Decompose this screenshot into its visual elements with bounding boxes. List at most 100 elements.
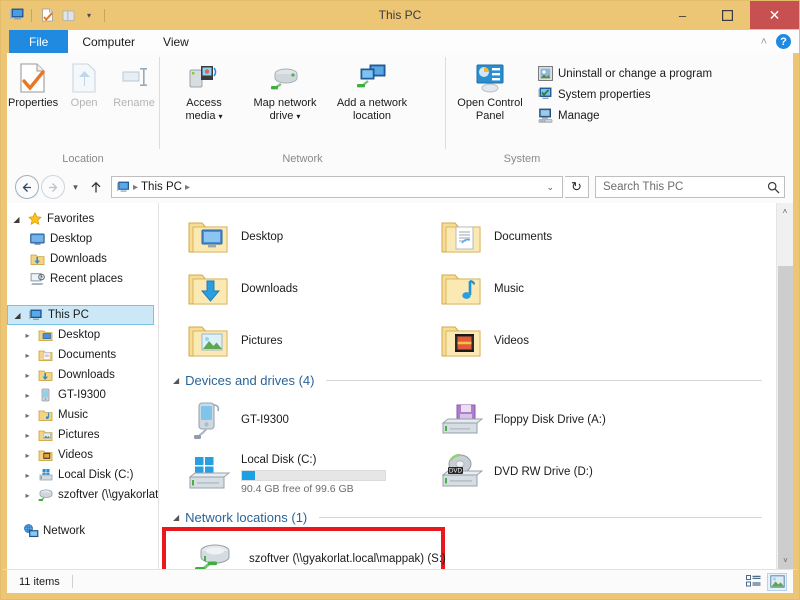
sidebar-label: Downloads bbox=[50, 253, 107, 265]
sidebar-item-favorites[interactable]: ◢ Favorites bbox=[7, 209, 158, 229]
rename-button[interactable]: Rename bbox=[109, 59, 159, 110]
chevron-right-icon[interactable]: ▸ bbox=[22, 371, 33, 380]
item-label: DVD RW Drive (D:) bbox=[494, 466, 593, 478]
sidebar-item-downloads-fav[interactable]: Downloads bbox=[7, 249, 158, 269]
list-item[interactable]: DVD DVD RW Drive (D:) bbox=[430, 446, 683, 498]
ribbon-group-network-label: Network bbox=[282, 153, 323, 165]
file-list-view[interactable]: Desktop Documents Downloads Music Pictur… bbox=[159, 203, 793, 569]
add-network-location-button[interactable]: Add a network location bbox=[328, 59, 416, 123]
breadcrumb-item-this-pc[interactable]: This PC bbox=[141, 181, 182, 193]
sidebar-item-videos[interactable]: ▸ Videos bbox=[7, 445, 158, 465]
chevron-right-icon[interactable]: ▸ bbox=[22, 471, 33, 480]
sidebar-item-gt-i9300[interactable]: ▸ GT-I9300 bbox=[7, 385, 158, 405]
close-button[interactable]: ✕ bbox=[750, 1, 799, 29]
collapse-triangle-icon[interactable]: ◢ bbox=[173, 376, 179, 385]
chevron-down-icon[interactable]: ◢ bbox=[12, 311, 23, 320]
access-media-label: Access media ▾ bbox=[185, 97, 223, 122]
ribbon-tab-strip: File Computer View ˄ ? bbox=[1, 29, 799, 53]
tab-view[interactable]: View bbox=[149, 30, 203, 53]
tab-file[interactable]: File bbox=[9, 30, 69, 53]
vertical-scrollbar[interactable]: ˄ ˅ bbox=[776, 203, 793, 569]
star-icon bbox=[26, 211, 43, 227]
sidebar-item-local-disk-c[interactable]: ▸ Local Disk (C:) bbox=[7, 465, 158, 485]
scrollbar-thumb[interactable] bbox=[778, 266, 793, 569]
search-box[interactable]: Search This PC bbox=[595, 176, 785, 198]
open-button[interactable]: Open bbox=[59, 59, 109, 110]
minimize-button[interactable]: – bbox=[660, 1, 705, 29]
list-item[interactable]: Downloads bbox=[177, 263, 430, 315]
recent-places-icon bbox=[29, 271, 46, 287]
list-item[interactable]: Videos bbox=[430, 315, 683, 367]
map-drive-caret: ▾ bbox=[296, 112, 301, 121]
sidebar-item-this-pc[interactable]: ◢ This PC bbox=[7, 305, 154, 325]
list-item[interactable]: szoftver (\\gyakorlat.local\mappak) (S:) bbox=[177, 533, 455, 569]
sidebar-item-szoftver-network-drive[interactable]: ▸ szoftver (\\gyakorlat bbox=[7, 485, 158, 505]
list-item[interactable]: Music bbox=[430, 263, 683, 315]
forward-button[interactable] bbox=[41, 175, 65, 199]
recent-locations-button[interactable]: ▾ bbox=[67, 175, 84, 199]
customize-dropdown-icon[interactable]: ▾ bbox=[80, 6, 98, 24]
breadcrumb[interactable]: ▸ This PC ▸ ⌄ bbox=[111, 176, 563, 198]
properties-icon[interactable] bbox=[38, 6, 56, 24]
details-view-button[interactable] bbox=[743, 573, 763, 591]
item-count-label: 11 items bbox=[19, 575, 60, 588]
section-header-network-locations[interactable]: ◢ Network locations (1) bbox=[159, 502, 776, 527]
navigation-pane[interactable]: ◢ Favorites Desktop Downloads Recent pla… bbox=[7, 203, 159, 569]
list-item[interactable]: Floppy Disk Drive (A:) bbox=[430, 394, 683, 446]
list-item[interactable]: GT-I9300 bbox=[177, 394, 430, 446]
map-network-drive-button[interactable]: Map network drive ▾ bbox=[242, 59, 328, 123]
section-rule bbox=[319, 517, 762, 518]
back-button[interactable] bbox=[15, 175, 39, 199]
sidebar-item-desktop-fav[interactable]: Desktop bbox=[7, 229, 158, 249]
sidebar-item-pictures[interactable]: ▸ Pictures bbox=[7, 425, 158, 445]
list-item[interactable]: Local Disk (C:) 90.4 GB free of 99.6 GB bbox=[177, 446, 430, 502]
folder-documents-icon bbox=[37, 347, 54, 363]
disk-usage-bar bbox=[241, 470, 386, 481]
list-item[interactable]: Pictures bbox=[177, 315, 430, 367]
chevron-right-icon[interactable]: ▸ bbox=[22, 391, 33, 400]
maximize-button[interactable] bbox=[705, 1, 750, 29]
help-icon[interactable]: ? bbox=[776, 34, 791, 49]
sidebar-item-downloads[interactable]: ▸ Downloads bbox=[7, 365, 158, 385]
sidebar-item-desktop[interactable]: ▸ Desktop bbox=[7, 325, 158, 345]
uninstall-program-button[interactable]: Uninstall or change a program bbox=[534, 64, 716, 83]
chevron-right-icon[interactable]: ▸ bbox=[22, 491, 33, 500]
scroll-up-button[interactable]: ˄ bbox=[777, 203, 793, 220]
sidebar-item-recent-places[interactable]: Recent places bbox=[7, 269, 158, 289]
sidebar-label: Videos bbox=[58, 449, 93, 461]
section-header-devices-and-drives[interactable]: ◢ Devices and drives (4) bbox=[159, 367, 776, 390]
chevron-right-icon[interactable]: ▸ bbox=[22, 431, 33, 440]
sidebar-item-network[interactable]: Network bbox=[7, 521, 158, 541]
system-small-buttons: Uninstall or change a program System pro… bbox=[526, 59, 716, 125]
chevron-right-icon[interactable]: ▸ bbox=[22, 351, 33, 360]
chevron-right-icon[interactable]: ▸ bbox=[22, 411, 33, 420]
collapse-ribbon-icon[interactable]: ˄ bbox=[761, 36, 767, 48]
access-media-button[interactable]: Access media ▾ bbox=[166, 59, 242, 123]
add-network-location-label: Add a network location bbox=[336, 97, 408, 122]
properties-button[interactable]: Properties bbox=[7, 59, 59, 110]
open-control-panel-button[interactable]: Open Control Panel bbox=[454, 59, 526, 123]
window-buttons: – ✕ bbox=[660, 1, 799, 29]
large-icons-view-button[interactable] bbox=[767, 572, 787, 591]
sidebar-item-documents[interactable]: ▸ Documents bbox=[7, 345, 158, 365]
sidebar-label: Desktop bbox=[50, 233, 93, 245]
folder-pictures-icon bbox=[185, 318, 231, 364]
collapse-triangle-icon[interactable]: ◢ bbox=[173, 513, 179, 522]
list-item[interactable]: Desktop bbox=[177, 211, 430, 263]
chevron-right-icon[interactable]: ▸ bbox=[22, 331, 33, 340]
chevron-down-icon[interactable]: ◢ bbox=[11, 215, 22, 224]
sidebar-item-music[interactable]: ▸ Music bbox=[7, 405, 158, 425]
up-button[interactable] bbox=[86, 175, 106, 199]
new-folder-icon[interactable] bbox=[59, 6, 77, 24]
refresh-button[interactable]: ↻ bbox=[565, 176, 589, 198]
system-properties-button[interactable]: System properties bbox=[534, 85, 716, 104]
sidebar-label: Documents bbox=[58, 349, 117, 361]
tab-computer[interactable]: Computer bbox=[68, 30, 150, 53]
breadcrumb-dropdown-icon[interactable]: ⌄ bbox=[540, 182, 560, 193]
scroll-down-button[interactable]: ˅ bbox=[778, 552, 793, 569]
breadcrumb-separator-2[interactable]: ▸ bbox=[185, 182, 190, 193]
chevron-right-icon[interactable]: ▸ bbox=[22, 451, 33, 460]
this-pc-icon[interactable] bbox=[7, 6, 25, 24]
list-item[interactable]: Documents bbox=[430, 211, 683, 263]
manage-button[interactable]: Manage bbox=[534, 106, 716, 125]
